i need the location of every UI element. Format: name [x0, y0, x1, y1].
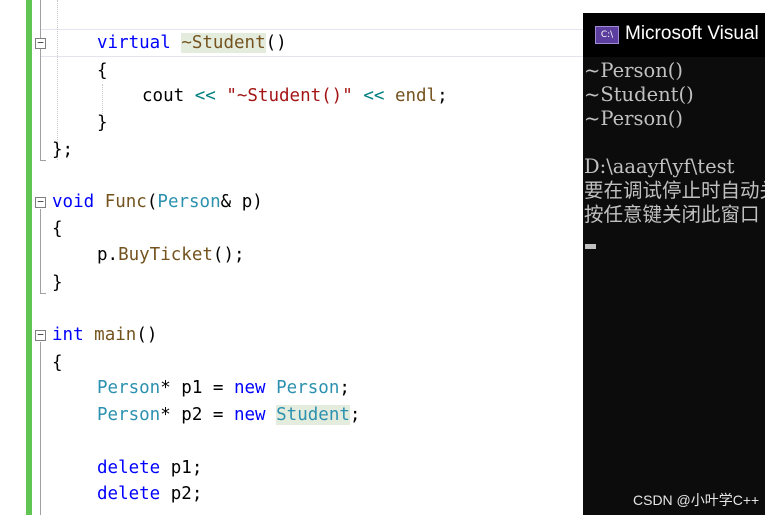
- identifier: cout: [142, 86, 185, 106]
- string-literal: "~Student()": [226, 86, 353, 106]
- console-output-line: 按任意键关闭此窗口: [584, 203, 760, 226]
- fold-toggle-destructor[interactable]: −: [35, 37, 46, 49]
- punctuation: & p): [220, 192, 263, 212]
- change-tracking-bar: [26, 0, 32, 515]
- console-app-icon: C:\: [595, 26, 619, 44]
- identifier: p.: [97, 245, 119, 265]
- fold-region-func: [40, 209, 41, 293]
- identifier: p1;: [160, 458, 203, 478]
- console-title: Microsoft Visual Studio Debug Console: [625, 23, 765, 44]
- code-line-brace[interactable]: {: [52, 350, 63, 376]
- punctuation: ();: [212, 245, 245, 265]
- function-name: Func: [104, 192, 147, 212]
- console-output[interactable]: ~Person() ~Student() ~Person() D:\aaayf\…: [583, 57, 765, 515]
- keyword: virtual: [97, 33, 171, 53]
- console-output-line: ~Student(): [584, 83, 694, 106]
- keyword: new: [233, 405, 266, 425]
- fold-toggle-func[interactable]: −: [35, 196, 46, 208]
- code-line-brace[interactable]: }: [97, 110, 108, 136]
- fold-end-func: [40, 293, 46, 294]
- type-name: Person: [97, 378, 161, 398]
- punctuation: ;: [437, 86, 448, 106]
- keyword: new: [233, 378, 266, 398]
- fold-region-class: [40, 0, 41, 160]
- console-output-line: 要在调试停止时自动关闭控制台: [584, 179, 765, 202]
- keyword: delete: [97, 458, 161, 478]
- punctuation: (: [146, 192, 158, 212]
- operator: <<: [363, 86, 385, 106]
- identifier: * p2 =: [160, 405, 234, 425]
- fold-toggle-main[interactable]: −: [35, 329, 46, 341]
- code-line-delete-p2[interactable]: delete p2;: [97, 481, 202, 507]
- code-line-p1[interactable]: Person* p1 = new Person;: [97, 375, 350, 401]
- debug-console-window[interactable]: C:\ Microsoft Visual Studio Debug Consol…: [583, 13, 765, 515]
- punctuation: (): [265, 33, 287, 53]
- type-name: Student: [276, 405, 350, 425]
- indent-guide: [57, 0, 58, 160]
- console-titlebar[interactable]: C:\ Microsoft Visual Studio Debug Consol…: [583, 13, 765, 57]
- identifier: endl: [394, 86, 438, 106]
- code-line-brace[interactable]: {: [97, 58, 108, 84]
- identifier: * p1 =: [160, 378, 234, 398]
- function-name: BuyTicket: [118, 245, 213, 265]
- keyword: int: [52, 325, 84, 345]
- type-name: Person: [276, 378, 340, 398]
- operator: <<: [194, 86, 216, 106]
- code-line-brace[interactable]: }: [52, 270, 63, 296]
- punctuation: (): [136, 325, 158, 345]
- keyword: delete: [97, 484, 161, 504]
- code-line-class-end[interactable]: };: [52, 137, 73, 163]
- watermark-text: CSDN @小叶学C++: [633, 492, 760, 508]
- identifier: p2;: [160, 484, 203, 504]
- keyword: void: [52, 192, 95, 212]
- console-output-line: ~Person(): [584, 59, 683, 82]
- punctuation: ;: [339, 378, 350, 398]
- code-line-brace[interactable]: {: [52, 216, 63, 242]
- punctuation: ;: [349, 405, 361, 425]
- code-line-func-decl[interactable]: void Func(Person& p): [52, 189, 263, 215]
- function-name: main: [94, 325, 137, 345]
- code-line-p2[interactable]: Person* p2 = new Student;: [97, 402, 360, 428]
- fold-end-class: [40, 160, 46, 161]
- console-cursor: [585, 244, 596, 249]
- function-name: ~Student: [181, 33, 266, 53]
- code-line-main-decl[interactable]: int main(): [52, 322, 157, 348]
- code-line-delete-p1[interactable]: delete p1;: [97, 455, 202, 481]
- fold-region-main: [40, 342, 41, 515]
- code-line-cout[interactable]: cout << "~Student()" << endl;: [142, 83, 448, 109]
- code-line-buy-ticket[interactable]: p.BuyTicket();: [97, 242, 245, 268]
- type-name: Person: [157, 192, 221, 212]
- type-name: Person: [97, 405, 161, 425]
- console-output-line: D:\aaayf\yf\test: [584, 155, 735, 178]
- code-line-destructor[interactable]: virtual ~Student(): [97, 30, 287, 56]
- console-output-line: ~Person(): [584, 107, 683, 130]
